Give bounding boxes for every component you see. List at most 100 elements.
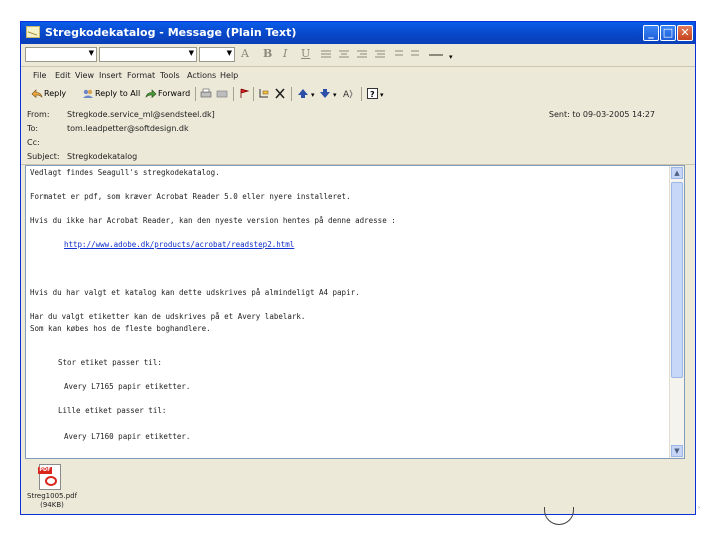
help-button[interactable]: ? ▾ [367,87,384,101]
body-line: Hvis du har valgt et katalog kan dette u… [30,288,360,297]
move-to-folder-button[interactable] [216,87,229,101]
font-size-combo[interactable]: ▼ [199,47,235,62]
scroll-down-icon[interactable]: ▼ [671,445,683,457]
subject-label: Subject: [27,152,60,161]
next-item-button[interactable]: ▾ [319,87,337,101]
close-button[interactable]: ✕ [677,25,693,41]
scrollbar-thumb[interactable] [671,182,683,378]
bold-button[interactable]: B [263,47,272,60]
forward-icon [145,88,157,99]
font-name-combo[interactable]: ▼ [99,47,197,62]
svg-text:A: A [343,90,350,99]
menu-help[interactable]: Help [220,71,238,80]
address-book-icon: A [343,88,355,100]
reply-label: Reply [44,89,67,98]
maximize-button[interactable]: □ [660,25,676,41]
scroll-up-icon[interactable]: ▲ [671,167,683,179]
arrow-down-icon: ▾ [319,88,337,99]
pdf-badge: PDF [38,467,52,474]
delete-button[interactable] [274,87,287,101]
flag-icon [238,88,250,99]
menu-format[interactable]: Format [127,71,155,80]
chevron-down-icon: ▼ [188,49,194,57]
slide-logo-icon [544,507,574,525]
reply-button[interactable]: Reply [31,87,66,101]
printer-icon [200,88,212,99]
subject-value: Stregkodekatalog [67,152,138,161]
reply-all-icon [82,88,94,99]
font-style-combo[interactable]: ▼ [25,47,97,62]
arrow-up-icon: ▾ [297,88,315,99]
title-bar[interactable]: Stregkodekatalog - Message (Plain Text) … [21,22,695,44]
svg-text:▾: ▾ [311,91,315,99]
to-label: To: [27,124,39,133]
body-line: Har du valgt etiketter kan de udskrives … [30,312,306,321]
previous-item-button[interactable]: ▾ [297,87,315,101]
svg-text:?: ? [370,90,375,99]
svg-text:▾: ▾ [449,53,453,61]
slide-mark: › [698,505,700,511]
body-line: Vedlagt findes Seagull's stregkodekatalo… [30,168,220,177]
forward-button[interactable]: Forward [145,87,190,101]
toolbar-separator [253,87,254,101]
body-line: Som kan købes hos de fleste boghandlere. [30,324,211,333]
sent-date: Sent: to 09-03-2005 14:27 [548,110,655,119]
pdf-file-icon[interactable]: PDF [38,464,61,490]
underline-button[interactable]: U [301,47,310,60]
italic-button[interactable]: I [283,47,287,60]
toolbar-separator [361,87,362,101]
reply-icon [31,88,43,99]
flag-button[interactable] [238,87,251,101]
menu-file[interactable]: File [33,71,46,80]
toolbar-separator [233,87,234,101]
menu-edit[interactable]: Edit [55,71,71,80]
cc-label: Cc: [27,138,40,147]
formatting-toolbar: ▼ ▼ ▼ A B I U ▾ [21,44,695,67]
body-line: Lille etiket passer til: [58,406,167,415]
menu-bar: File Edit View Insert Format Tools Actio… [21,68,695,84]
from-value[interactable]: Stregkode.service_ml@sendsteel.dk] [67,110,215,119]
paragraph-format-icons[interactable]: ▾ [319,49,469,61]
body-line: Avery L7160 papir etiketter. [64,432,191,441]
print-button[interactable] [200,87,213,101]
toolbar-separator [195,87,196,101]
attachment-size: (94KB) [40,501,64,509]
window-title: Stregkodekatalog - Message (Plain Text) [45,26,297,39]
standard-toolbar: Reply Reply to All Forward ▾ ▾ A ? ▾ [21,84,695,104]
message-body[interactable]: Vedlagt findes Seagull's stregkodekatalo… [25,165,685,459]
svg-text:▾: ▾ [333,91,337,99]
menu-actions[interactable]: Actions [187,71,216,80]
body-line: Avery L7165 papir etiketter. [64,382,191,391]
envelope-icon [26,26,40,38]
help-icon: ? ▾ [367,88,384,99]
delete-icon [274,88,286,99]
body-line: Hvis du ikke har Acrobat Reader, kan den… [30,216,396,225]
menu-tools[interactable]: Tools [160,71,180,80]
svg-text:▾: ▾ [380,91,384,99]
categories-icon [258,88,270,99]
to-value[interactable]: tom.leadpetter@softdesign.dk [67,124,189,133]
message-window: Stregkodekatalog - Message (Plain Text) … [20,21,696,515]
categories-button[interactable] [258,87,271,101]
minimize-button[interactable]: _ [643,25,659,41]
from-label: From: [27,110,50,119]
attachment-name: Streg1005.pdf [27,492,78,500]
reply-all-label: Reply to All [95,89,141,98]
font-color-button[interactable]: A [241,47,249,60]
body-line: Stor etiket passer til: [58,358,162,367]
attachment-label[interactable]: Streg1005.pdf (94KB) [27,492,77,510]
reply-all-button[interactable]: Reply to All [82,87,140,101]
vertical-scrollbar[interactable]: ▲ ▼ [669,166,684,458]
acrobat-swirl-icon [45,476,57,486]
download-link[interactable]: http://www.adobe.dk/products/acrobat/rea… [64,240,294,249]
toolbar-separator [291,87,292,101]
folder-icon [216,88,228,99]
attachment-area: PDF Streg1005.pdf (94KB) [25,462,685,512]
body-line: Formatet er pdf, som kræver Acrobat Read… [30,192,351,201]
forward-label: Forward [158,89,191,98]
chevron-down-icon: ▼ [226,49,232,57]
menu-view[interactable]: View [75,71,94,80]
menu-insert[interactable]: Insert [99,71,122,80]
address-book-button[interactable]: A [343,87,356,101]
message-header: From: Stregkode.service_ml@sendsteel.dk]… [21,106,695,165]
